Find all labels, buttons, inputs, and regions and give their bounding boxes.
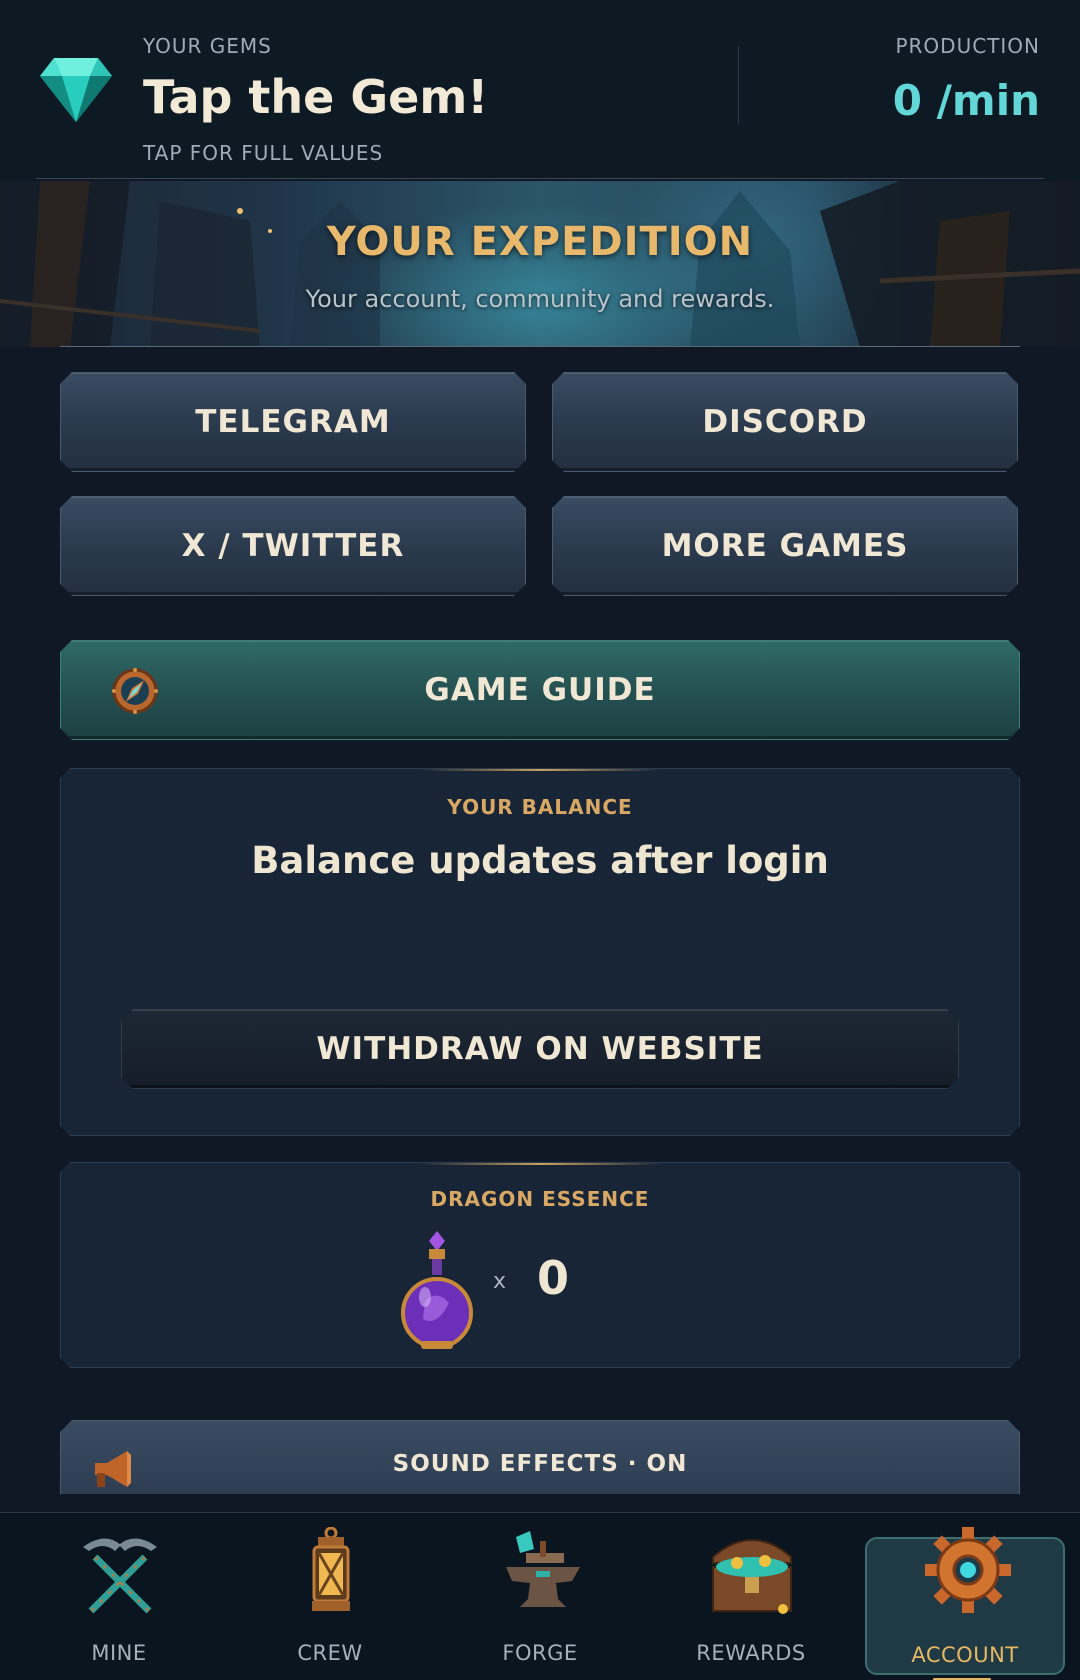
tap-hint: TAP FOR FULL VALUES	[143, 141, 384, 165]
panel-accent	[421, 1163, 661, 1165]
compass-icon	[111, 667, 159, 715]
gem-icon[interactable]	[40, 56, 112, 122]
sound-effects-toggle[interactable]: SOUND EFFECTS · ON	[60, 1420, 1020, 1494]
lantern-icon	[312, 1527, 350, 1611]
gems-value[interactable]: Tap the Gem!	[143, 70, 488, 124]
potion-icon	[399, 1231, 475, 1351]
nav-item-rewards[interactable]: REWARDS	[651, 1513, 851, 1680]
header-divider	[738, 46, 739, 124]
dragon-essence-panel: DRAGON ESSENCE x 0	[60, 1162, 1020, 1368]
nav-item-forge[interactable]: FORGE	[440, 1513, 640, 1680]
nav-label-crew: CREW	[297, 1641, 363, 1665]
nav-label-rewards: REWARDS	[696, 1641, 806, 1665]
game-guide-button[interactable]: GAME GUIDE	[60, 640, 1020, 740]
panel-accent	[421, 769, 661, 771]
nav-label-mine: MINE	[91, 1641, 147, 1665]
gear-icon	[925, 1527, 1011, 1613]
expedition-banner: YOUR EXPEDITION Your account, community …	[0, 181, 1080, 347]
banner-rule	[60, 346, 1020, 347]
twitter-button[interactable]: X / TWITTER	[60, 496, 526, 596]
nav-item-mine[interactable]: MINE	[19, 1513, 219, 1680]
sound-effects-label: SOUND EFFECTS · ON	[392, 1451, 688, 1477]
essence-label: DRAGON ESSENCE	[430, 1187, 650, 1211]
production-value: 0 /min	[892, 76, 1040, 125]
discord-button[interactable]: DISCORD	[552, 372, 1018, 472]
gems-label: YOUR GEMS	[143, 34, 272, 58]
chest-icon	[712, 1539, 792, 1614]
banner-title: YOUR EXPEDITION	[326, 219, 754, 265]
essence-count: 0	[537, 1251, 570, 1305]
nav-item-account[interactable]: ACCOUNT	[865, 1527, 1065, 1680]
banner-subtitle: Your account, community and rewards.	[305, 285, 775, 313]
telegram-button[interactable]: TELEGRAM	[60, 372, 526, 472]
top-header: YOUR GEMS Tap the Gem! TAP FOR FULL VALU…	[0, 0, 1080, 179]
pickaxe-icon	[83, 1538, 157, 1614]
essence-times: x	[493, 1269, 507, 1294]
more-games-button[interactable]: MORE GAMES	[552, 496, 1018, 596]
withdraw-button[interactable]: WITHDRAW ON WEBSITE	[121, 1009, 959, 1089]
bottom-nav: MINE CREW FORGE REWARDS ACCOUNT	[0, 1512, 1080, 1680]
balance-label: YOUR BALANCE	[447, 795, 633, 819]
nav-label-forge: FORGE	[502, 1641, 578, 1665]
production-label: PRODUCTION	[895, 34, 1040, 58]
game-guide-label: GAME GUIDE	[424, 672, 656, 708]
balance-panel: YOUR BALANCE Balance updates after login…	[60, 768, 1020, 1136]
balance-value: Balance updates after login	[251, 839, 829, 882]
header-rule	[36, 178, 1044, 179]
anvil-icon	[506, 1531, 580, 1607]
nav-label-account: ACCOUNT	[911, 1643, 1019, 1667]
nav-item-crew[interactable]: CREW	[230, 1513, 430, 1680]
